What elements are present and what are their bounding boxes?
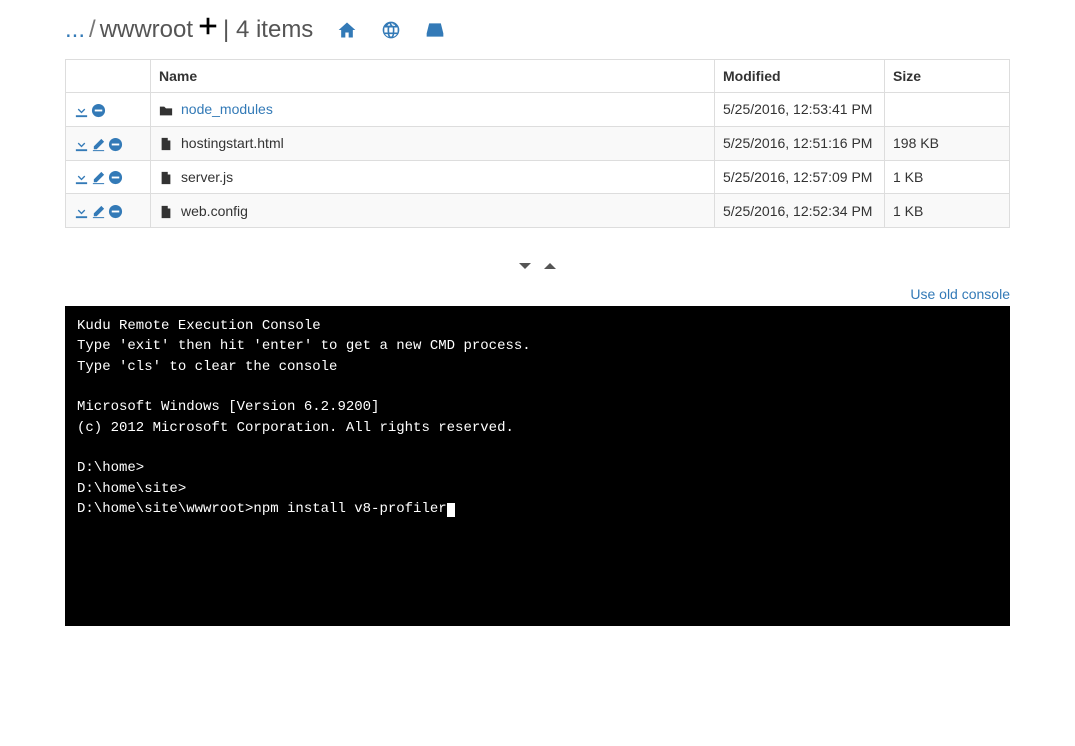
file-name: web.config (181, 203, 248, 219)
table-row: hostingstart.html 5/25/2016, 12:51:16 PM1… (66, 126, 1010, 160)
home-icon[interactable] (337, 20, 357, 40)
row-name-cell: hostingstart.html (151, 126, 715, 160)
row-name-cell: web.config (151, 194, 715, 228)
breadcrumb-ellipsis-link[interactable]: ... (65, 16, 85, 44)
table-row: server.js 5/25/2016, 12:57:09 PM1 KB (66, 160, 1010, 194)
download-icon[interactable] (74, 137, 89, 152)
file-table: Name Modified Size node_modules 5/25/2016… (65, 59, 1010, 228)
row-name-cell: server.js (151, 160, 715, 194)
row-size: 1 KB (885, 194, 1010, 228)
download-icon[interactable] (74, 103, 89, 118)
file-icon (159, 205, 173, 219)
table-row: web.config 5/25/2016, 12:52:34 PM1 KB (66, 194, 1010, 228)
row-actions (66, 126, 151, 160)
items-count: | 4 items (223, 16, 313, 44)
disk-icon[interactable] (425, 20, 445, 40)
chevron-down-icon[interactable] (517, 258, 538, 278)
row-modified: 5/25/2016, 12:57:09 PM (715, 160, 885, 194)
edit-icon[interactable] (91, 137, 106, 152)
file-icon (159, 171, 173, 185)
file-icon (159, 137, 173, 151)
chevron-up-icon[interactable] (542, 258, 558, 278)
download-icon[interactable] (74, 204, 89, 219)
use-old-console-link[interactable]: Use old console (910, 286, 1010, 302)
row-size: 1 KB (885, 160, 1010, 194)
folder-link[interactable]: node_modules (181, 101, 273, 117)
breadcrumb: ... / wwwroot | 4 items (65, 15, 1010, 44)
row-modified: 5/25/2016, 12:53:41 PM (715, 93, 885, 127)
row-actions (66, 194, 151, 228)
row-modified: 5/25/2016, 12:51:16 PM (715, 126, 885, 160)
file-name: hostingstart.html (181, 135, 284, 151)
row-name-cell: node_modules (151, 93, 715, 127)
globe-icon[interactable] (381, 20, 401, 40)
download-icon[interactable] (74, 170, 89, 185)
row-modified: 5/25/2016, 12:52:34 PM (715, 194, 885, 228)
col-size: Size (885, 60, 1010, 93)
terminal-cursor (447, 503, 455, 517)
edit-icon[interactable] (91, 170, 106, 185)
edit-icon[interactable] (91, 204, 106, 219)
row-size: 198 KB (885, 126, 1010, 160)
folder-icon (159, 104, 173, 118)
delete-icon[interactable] (91, 103, 106, 118)
plus-icon[interactable] (197, 15, 219, 44)
file-name: server.js (181, 169, 233, 185)
breadcrumb-current: wwwroot (100, 16, 193, 44)
row-actions (66, 93, 151, 127)
terminal[interactable]: Kudu Remote Execution Console Type 'exit… (65, 306, 1010, 626)
col-modified: Modified (715, 60, 885, 93)
delete-icon[interactable] (108, 170, 123, 185)
col-name: Name (151, 60, 715, 93)
table-row: node_modules 5/25/2016, 12:53:41 PM (66, 93, 1010, 127)
row-actions (66, 160, 151, 194)
delete-icon[interactable] (108, 137, 123, 152)
row-size (885, 93, 1010, 127)
panel-splitter (65, 258, 1010, 279)
delete-icon[interactable] (108, 204, 123, 219)
col-actions (66, 60, 151, 93)
breadcrumb-separator: / (89, 16, 96, 44)
